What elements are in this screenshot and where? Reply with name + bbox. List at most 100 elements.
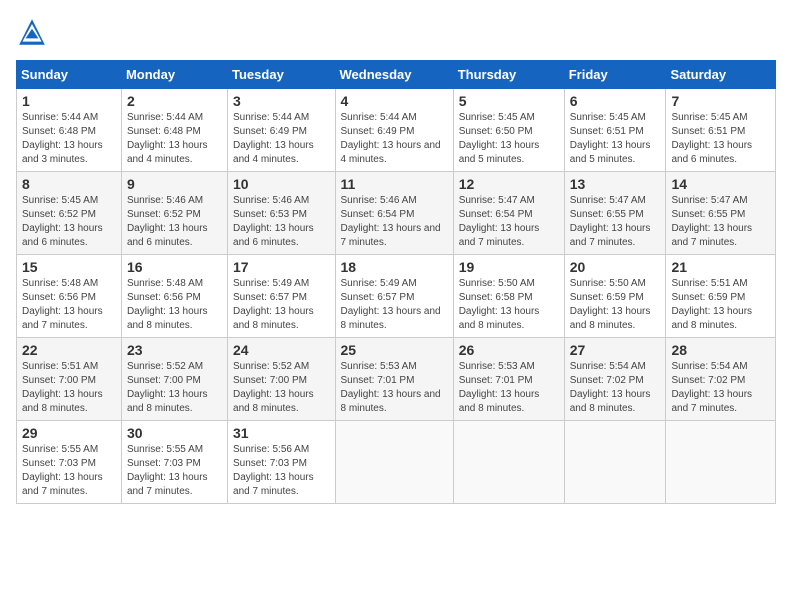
- calendar-body: 1 Sunrise: 5:44 AMSunset: 6:48 PMDayligh…: [17, 89, 776, 504]
- calendar-row: 1 Sunrise: 5:44 AMSunset: 6:48 PMDayligh…: [17, 89, 776, 172]
- day-detail: Sunrise: 5:51 AMSunset: 7:00 PMDaylight:…: [22, 361, 103, 414]
- day-detail: Sunrise: 5:45 AMSunset: 6:51 PMDaylight:…: [671, 112, 752, 165]
- calendar-cell: 14 Sunrise: 5:47 AMSunset: 6:55 PMDaylig…: [666, 172, 776, 255]
- day-number: 9: [127, 176, 222, 192]
- calendar-cell: 28 Sunrise: 5:54 AMSunset: 7:02 PMDaylig…: [666, 338, 776, 421]
- day-number: 23: [127, 342, 222, 358]
- day-detail: Sunrise: 5:54 AMSunset: 7:02 PMDaylight:…: [570, 361, 651, 414]
- calendar-cell: 25 Sunrise: 5:53 AMSunset: 7:01 PMDaylig…: [335, 338, 453, 421]
- day-of-week-header: Wednesday: [335, 61, 453, 89]
- calendar-cell: 24 Sunrise: 5:52 AMSunset: 7:00 PMDaylig…: [228, 338, 335, 421]
- calendar-cell: 30 Sunrise: 5:55 AMSunset: 7:03 PMDaylig…: [121, 421, 227, 504]
- day-detail: Sunrise: 5:52 AMSunset: 7:00 PMDaylight:…: [127, 361, 208, 414]
- calendar-cell: 2 Sunrise: 5:44 AMSunset: 6:48 PMDayligh…: [121, 89, 227, 172]
- day-detail: Sunrise: 5:48 AMSunset: 6:56 PMDaylight:…: [22, 278, 103, 331]
- day-number: 25: [341, 342, 448, 358]
- day-number: 29: [22, 425, 116, 441]
- calendar-row: 29 Sunrise: 5:55 AMSunset: 7:03 PMDaylig…: [17, 421, 776, 504]
- day-of-week-header: Sunday: [17, 61, 122, 89]
- day-of-week-header: Saturday: [666, 61, 776, 89]
- day-detail: Sunrise: 5:47 AMSunset: 6:55 PMDaylight:…: [570, 195, 651, 248]
- day-number: 13: [570, 176, 661, 192]
- day-detail: Sunrise: 5:49 AMSunset: 6:57 PMDaylight:…: [341, 278, 441, 331]
- calendar-cell: 15 Sunrise: 5:48 AMSunset: 6:56 PMDaylig…: [17, 255, 122, 338]
- day-detail: Sunrise: 5:44 AMSunset: 6:48 PMDaylight:…: [22, 112, 103, 165]
- calendar-cell: 21 Sunrise: 5:51 AMSunset: 6:59 PMDaylig…: [666, 255, 776, 338]
- day-number: 3: [233, 93, 329, 109]
- day-detail: Sunrise: 5:53 AMSunset: 7:01 PMDaylight:…: [459, 361, 540, 414]
- calendar-row: 22 Sunrise: 5:51 AMSunset: 7:00 PMDaylig…: [17, 338, 776, 421]
- calendar-cell: 26 Sunrise: 5:53 AMSunset: 7:01 PMDaylig…: [453, 338, 564, 421]
- day-number: 19: [459, 259, 559, 275]
- day-number: 20: [570, 259, 661, 275]
- day-of-week-header: Tuesday: [228, 61, 335, 89]
- day-number: 8: [22, 176, 116, 192]
- day-detail: Sunrise: 5:46 AMSunset: 6:53 PMDaylight:…: [233, 195, 314, 248]
- page-header: [16, 16, 776, 48]
- day-number: 7: [671, 93, 770, 109]
- day-detail: Sunrise: 5:55 AMSunset: 7:03 PMDaylight:…: [22, 444, 103, 497]
- day-detail: Sunrise: 5:47 AMSunset: 6:55 PMDaylight:…: [671, 195, 752, 248]
- calendar-cell: [453, 421, 564, 504]
- day-detail: Sunrise: 5:45 AMSunset: 6:50 PMDaylight:…: [459, 112, 540, 165]
- day-detail: Sunrise: 5:52 AMSunset: 7:00 PMDaylight:…: [233, 361, 314, 414]
- day-detail: Sunrise: 5:45 AMSunset: 6:52 PMDaylight:…: [22, 195, 103, 248]
- calendar-cell: 3 Sunrise: 5:44 AMSunset: 6:49 PMDayligh…: [228, 89, 335, 172]
- day-number: 11: [341, 176, 448, 192]
- day-of-week-header: Monday: [121, 61, 227, 89]
- day-of-week-header: Thursday: [453, 61, 564, 89]
- calendar-cell: 22 Sunrise: 5:51 AMSunset: 7:00 PMDaylig…: [17, 338, 122, 421]
- calendar-cell: [564, 421, 666, 504]
- day-detail: Sunrise: 5:44 AMSunset: 6:49 PMDaylight:…: [233, 112, 314, 165]
- day-detail: Sunrise: 5:48 AMSunset: 6:56 PMDaylight:…: [127, 278, 208, 331]
- day-number: 28: [671, 342, 770, 358]
- day-detail: Sunrise: 5:46 AMSunset: 6:54 PMDaylight:…: [341, 195, 441, 248]
- calendar-row: 15 Sunrise: 5:48 AMSunset: 6:56 PMDaylig…: [17, 255, 776, 338]
- calendar-cell: 6 Sunrise: 5:45 AMSunset: 6:51 PMDayligh…: [564, 89, 666, 172]
- day-number: 27: [570, 342, 661, 358]
- calendar-cell: 23 Sunrise: 5:52 AMSunset: 7:00 PMDaylig…: [121, 338, 227, 421]
- day-number: 5: [459, 93, 559, 109]
- calendar-cell: 18 Sunrise: 5:49 AMSunset: 6:57 PMDaylig…: [335, 255, 453, 338]
- day-of-week-header: Friday: [564, 61, 666, 89]
- day-number: 16: [127, 259, 222, 275]
- day-detail: Sunrise: 5:46 AMSunset: 6:52 PMDaylight:…: [127, 195, 208, 248]
- day-number: 24: [233, 342, 329, 358]
- calendar-cell: 7 Sunrise: 5:45 AMSunset: 6:51 PMDayligh…: [666, 89, 776, 172]
- calendar-cell: 29 Sunrise: 5:55 AMSunset: 7:03 PMDaylig…: [17, 421, 122, 504]
- calendar-cell: 9 Sunrise: 5:46 AMSunset: 6:52 PMDayligh…: [121, 172, 227, 255]
- day-detail: Sunrise: 5:51 AMSunset: 6:59 PMDaylight:…: [671, 278, 752, 331]
- day-number: 14: [671, 176, 770, 192]
- calendar-cell: 11 Sunrise: 5:46 AMSunset: 6:54 PMDaylig…: [335, 172, 453, 255]
- day-number: 21: [671, 259, 770, 275]
- day-number: 6: [570, 93, 661, 109]
- day-number: 12: [459, 176, 559, 192]
- day-detail: Sunrise: 5:56 AMSunset: 7:03 PMDaylight:…: [233, 444, 314, 497]
- calendar-cell: 20 Sunrise: 5:50 AMSunset: 6:59 PMDaylig…: [564, 255, 666, 338]
- calendar-cell: 10 Sunrise: 5:46 AMSunset: 6:53 PMDaylig…: [228, 172, 335, 255]
- calendar-cell: 13 Sunrise: 5:47 AMSunset: 6:55 PMDaylig…: [564, 172, 666, 255]
- day-detail: Sunrise: 5:50 AMSunset: 6:58 PMDaylight:…: [459, 278, 540, 331]
- calendar-table: SundayMondayTuesdayWednesdayThursdayFrid…: [16, 60, 776, 504]
- day-number: 1: [22, 93, 116, 109]
- day-number: 17: [233, 259, 329, 275]
- day-detail: Sunrise: 5:45 AMSunset: 6:51 PMDaylight:…: [570, 112, 651, 165]
- day-number: 15: [22, 259, 116, 275]
- calendar-cell: [666, 421, 776, 504]
- day-number: 31: [233, 425, 329, 441]
- calendar-cell: 8 Sunrise: 5:45 AMSunset: 6:52 PMDayligh…: [17, 172, 122, 255]
- day-number: 10: [233, 176, 329, 192]
- logo-icon: [16, 16, 48, 48]
- calendar-row: 8 Sunrise: 5:45 AMSunset: 6:52 PMDayligh…: [17, 172, 776, 255]
- calendar-cell: [335, 421, 453, 504]
- day-detail: Sunrise: 5:53 AMSunset: 7:01 PMDaylight:…: [341, 361, 441, 414]
- day-detail: Sunrise: 5:44 AMSunset: 6:49 PMDaylight:…: [341, 112, 441, 165]
- day-detail: Sunrise: 5:55 AMSunset: 7:03 PMDaylight:…: [127, 444, 208, 497]
- day-number: 18: [341, 259, 448, 275]
- day-number: 4: [341, 93, 448, 109]
- day-number: 22: [22, 342, 116, 358]
- day-number: 30: [127, 425, 222, 441]
- calendar-header: SundayMondayTuesdayWednesdayThursdayFrid…: [17, 61, 776, 89]
- calendar-cell: 19 Sunrise: 5:50 AMSunset: 6:58 PMDaylig…: [453, 255, 564, 338]
- day-detail: Sunrise: 5:47 AMSunset: 6:54 PMDaylight:…: [459, 195, 540, 248]
